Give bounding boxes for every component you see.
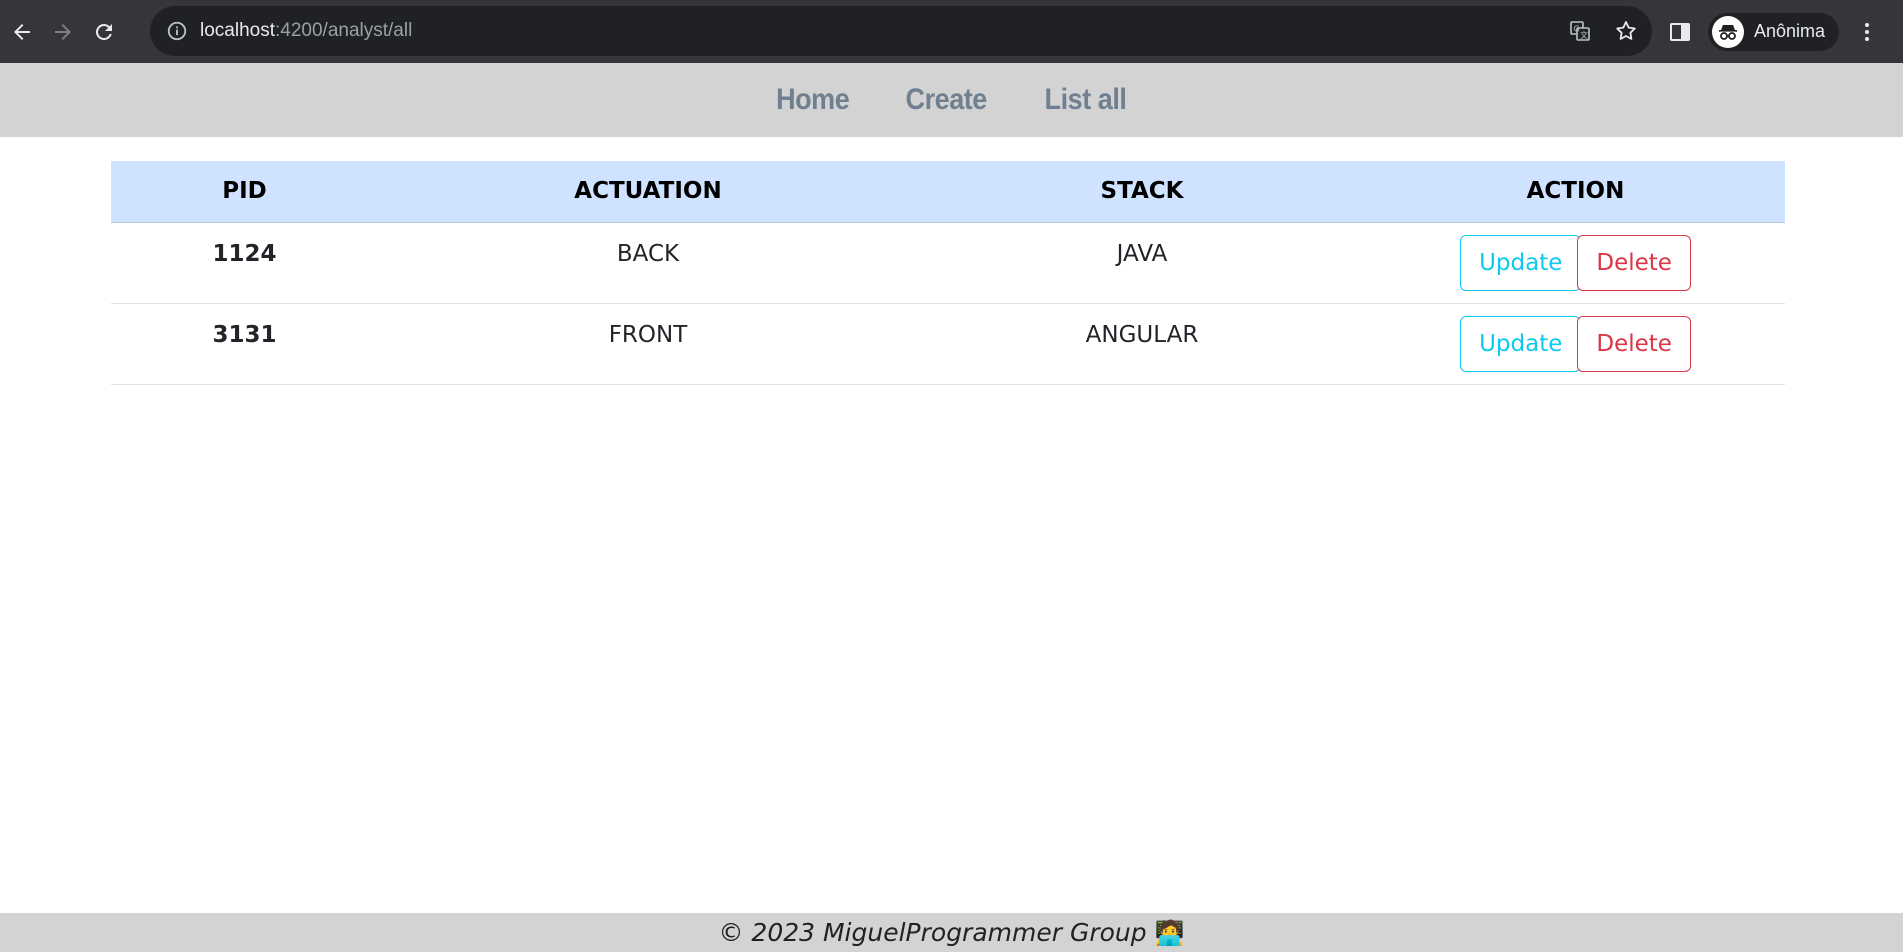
arrow-right-icon (55, 23, 71, 40)
profile-label: Anônima (1754, 21, 1826, 41)
analyst-table: PID ACTUATION STACK ACTION 1124 BACK JAV… (111, 161, 1785, 385)
kebab-menu-icon[interactable] (1855, 20, 1879, 44)
arrow-left-icon (14, 23, 30, 40)
footer-text: © 2023 MiguelProgrammer Group (718, 918, 1147, 947)
nav-link-create[interactable]: Create (906, 83, 988, 117)
column-header-actuation: ACTUATION (378, 161, 918, 223)
analyst-table-container: PID ACTUATION STACK ACTION 1124 BACK JAV… (111, 161, 1785, 385)
nav-link-home[interactable]: Home (776, 83, 850, 117)
incognito-icon (1712, 15, 1744, 48)
address-bar[interactable]: localhost:4200/analyst/all G文 (150, 6, 1652, 56)
cell-action: Update Delete (1366, 222, 1785, 304)
cell-pid: 1124 (111, 222, 378, 304)
delete-button[interactable]: Delete (1577, 315, 1691, 372)
table-row: 3131 FRONT ANGULAR Update Delete (111, 303, 1785, 385)
update-button[interactable]: Update (1460, 234, 1582, 291)
cell-actuation: BACK (378, 222, 918, 304)
app-navbar: Home Create List all (0, 63, 1903, 137)
technologist-icon: 🧑‍💻 (1154, 918, 1185, 947)
nav-link-list-all[interactable]: List all (1044, 83, 1126, 117)
cell-stack: ANGULAR (918, 303, 1366, 385)
info-icon[interactable] (166, 20, 188, 42)
column-header-action: ACTION (1366, 161, 1785, 223)
translate-icon[interactable]: G文 (1568, 19, 1592, 43)
column-header-pid: PID (111, 161, 378, 223)
svg-text:G: G (1574, 25, 1580, 34)
side-panel-icon[interactable] (1668, 20, 1692, 44)
url-text: localhost:4200/analyst/all (200, 20, 413, 41)
cell-pid: 3131 (111, 303, 378, 385)
reload-button[interactable] (85, 13, 123, 51)
table-row: 1124 BACK JAVA Update Delete (111, 222, 1785, 304)
cell-actuation: FRONT (378, 303, 918, 385)
star-icon[interactable] (1614, 19, 1638, 43)
forward-button[interactable] (44, 13, 82, 51)
svg-text:文: 文 (1580, 30, 1588, 40)
table-header-row: PID ACTUATION STACK ACTION (111, 161, 1785, 223)
profile-button[interactable]: Anônima (1708, 12, 1840, 51)
back-button[interactable] (3, 13, 41, 51)
reload-icon (95, 23, 112, 40)
update-button[interactable]: Update (1460, 315, 1582, 372)
cell-stack: JAVA (918, 222, 1366, 304)
page-footer: © 2023 MiguelProgrammer Group 🧑‍💻 (0, 913, 1903, 952)
cell-action: Update Delete (1366, 303, 1785, 385)
column-header-stack: STACK (918, 161, 1366, 223)
browser-toolbar: localhost:4200/analyst/all G文 Anônima (0, 0, 1903, 63)
delete-button[interactable]: Delete (1577, 234, 1691, 291)
